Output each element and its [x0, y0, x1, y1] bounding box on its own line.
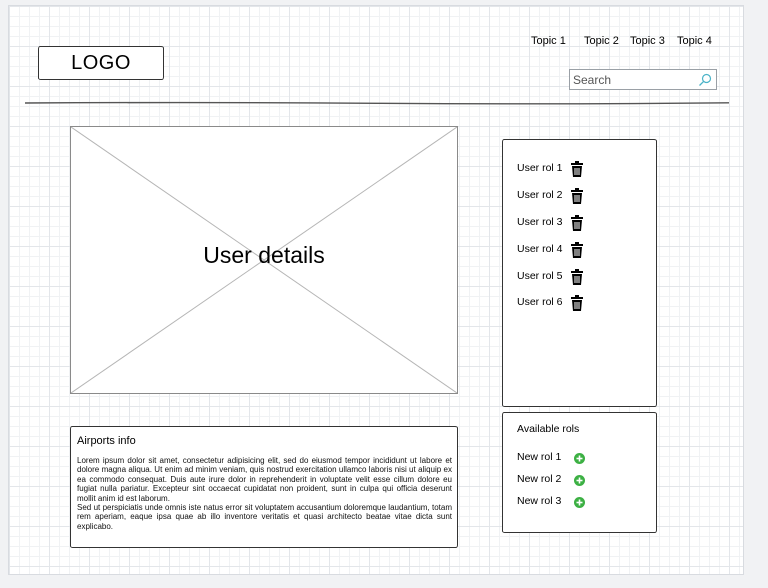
role-item: User rol 1 — [503, 155, 656, 182]
plus-circle-icon[interactable] — [574, 474, 585, 486]
available-role-item: New rol 2 — [517, 468, 656, 490]
airports-info-panel: Airports info Lorem ipsum dolor sit amet… — [70, 426, 458, 548]
role-label: User rol 3 — [517, 215, 563, 228]
role-label: User rol 2 — [517, 189, 563, 202]
available-role-label: New rol 1 — [517, 451, 562, 463]
trash-icon[interactable] — [571, 188, 583, 205]
trash-icon[interactable] — [571, 241, 583, 258]
role-label: User rol 4 — [517, 242, 563, 255]
trash-icon[interactable] — [571, 268, 583, 285]
user-details-placeholder: User details — [70, 126, 458, 394]
search-box[interactable] — [569, 69, 717, 90]
plus-circle-icon[interactable] — [574, 452, 585, 464]
available-role-label: New rol 2 — [517, 473, 562, 485]
role-label: User rol 1 — [517, 162, 563, 175]
airports-info-paragraph-1: Lorem ipsum dolor sit amet, consectetur … — [77, 456, 452, 503]
trash-icon[interactable] — [571, 161, 583, 178]
role-item: User rol 6 — [503, 289, 656, 316]
nav-topic-4[interactable]: Topic 4 — [677, 35, 717, 47]
available-roles-panel: Available rols New rol 1 New rol 2 New r… — [502, 412, 657, 533]
role-item: User rol 5 — [503, 262, 656, 289]
search-input[interactable] — [573, 72, 693, 87]
available-role-item: New rol 1 — [517, 446, 656, 468]
logo[interactable]: LOGO — [38, 46, 164, 80]
top-nav: Topic 1 Topic 2 Topic 3 Topic 4 — [531, 35, 717, 47]
nav-topic-2[interactable]: Topic 2 — [584, 35, 630, 47]
logo-text: LOGO — [71, 51, 131, 74]
role-item: User rol 4 — [503, 235, 656, 262]
role-label: User rol 6 — [517, 296, 563, 309]
airports-info-text: Lorem ipsum dolor sit amet, consectetur … — [77, 456, 452, 531]
airports-info-title: Airports info — [77, 435, 136, 447]
available-role-label: New rol 3 — [517, 495, 562, 507]
header-divider — [25, 101, 729, 105]
user-roles-panel: User rol 1 User rol 2 User rol 3 User ro… — [502, 139, 657, 407]
user-details-label: User details — [203, 241, 325, 268]
wireframe-canvas: LOGO Topic 1 Topic 2 Topic 3 Topic 4 Use… — [8, 5, 744, 575]
nav-topic-3[interactable]: Topic 3 — [630, 35, 677, 47]
nav-topic-1[interactable]: Topic 1 — [531, 35, 584, 47]
available-role-item: New rol 3 — [517, 490, 656, 512]
plus-circle-icon[interactable] — [574, 496, 585, 508]
trash-icon[interactable] — [571, 295, 583, 312]
available-roles-title: Available rols — [517, 423, 580, 435]
role-item: User rol 3 — [503, 209, 656, 236]
airports-info-paragraph-2: Sed ut perspiciatis unde omnis iste natu… — [77, 503, 452, 531]
role-label: User rol 5 — [517, 269, 563, 282]
trash-icon[interactable] — [571, 214, 583, 231]
search-icon[interactable] — [698, 73, 712, 87]
role-item: User rol 2 — [503, 182, 656, 209]
